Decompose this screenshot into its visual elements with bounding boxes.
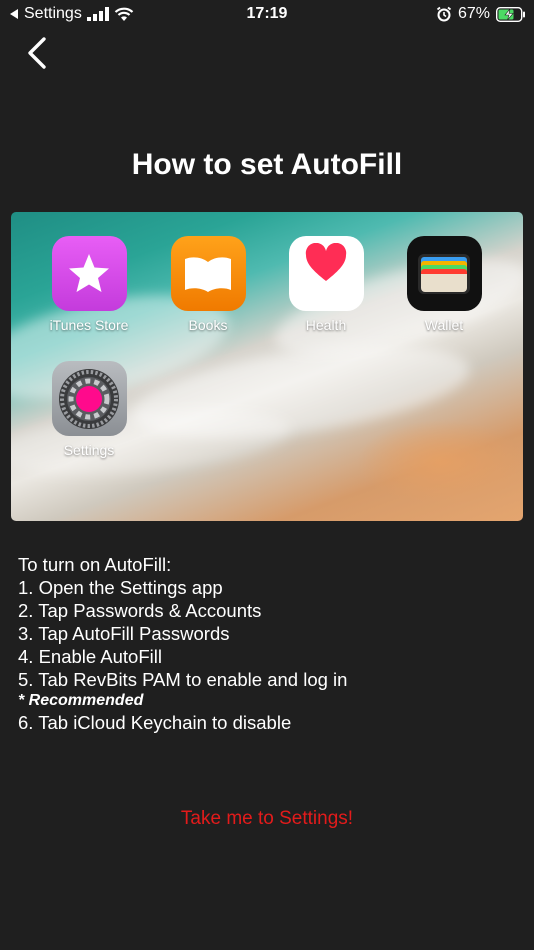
autofill-hero-image: iTunes Store Books Health Wallet Setting… — [11, 212, 523, 521]
recommended-note: * Recommended — [18, 692, 144, 709]
instruction-step: 6. Tab iCloud Keychain to disable — [18, 712, 292, 733]
settings-icon — [51, 361, 127, 436]
wallet-icon — [406, 236, 482, 311]
app-label: Books — [188, 317, 228, 333]
app-wallet: Wallet — [394, 236, 494, 333]
app-books: Books — [158, 236, 258, 333]
status-right: 67% — [436, 5, 526, 23]
instructions: To turn on AutoFill: 1. Open the Setting… — [18, 553, 518, 734]
app-settings: Settings — [39, 361, 139, 458]
back-button[interactable] — [24, 36, 56, 72]
instructions-intro: To turn on AutoFill: — [18, 554, 172, 575]
app-label: Settings — [63, 442, 115, 458]
instruction-step: 1. Open the Settings app — [18, 577, 223, 598]
battery-charging-icon — [496, 6, 525, 22]
books-icon — [170, 236, 246, 311]
battery-percentage: 67% — [457, 5, 490, 22]
app-label: Wallet — [424, 317, 464, 333]
status-bar: Settings 17:19 67% — [0, 0, 534, 30]
instruction-step: 5. Tab RevBits PAM to enable and log in — [18, 669, 348, 690]
instruction-step: 3. Tap AutoFill Passwords — [18, 623, 230, 644]
app-label: iTunes Store — [49, 317, 129, 333]
health-icon — [288, 236, 364, 311]
alarm-icon — [436, 6, 452, 22]
itunes-store-icon — [51, 236, 127, 311]
app-label: Health — [305, 317, 347, 333]
open-settings-link[interactable]: Take me to Settings! — [0, 808, 534, 830]
app-itunes-store: iTunes Store — [39, 236, 139, 333]
chevron-left-icon — [28, 37, 46, 69]
instruction-step: 2. Tap Passwords & Accounts — [18, 600, 262, 621]
page-title: How to set AutoFill — [131, 148, 403, 181]
app-health: Health — [276, 236, 376, 333]
instruction-step: 4. Enable AutoFill — [18, 646, 162, 667]
